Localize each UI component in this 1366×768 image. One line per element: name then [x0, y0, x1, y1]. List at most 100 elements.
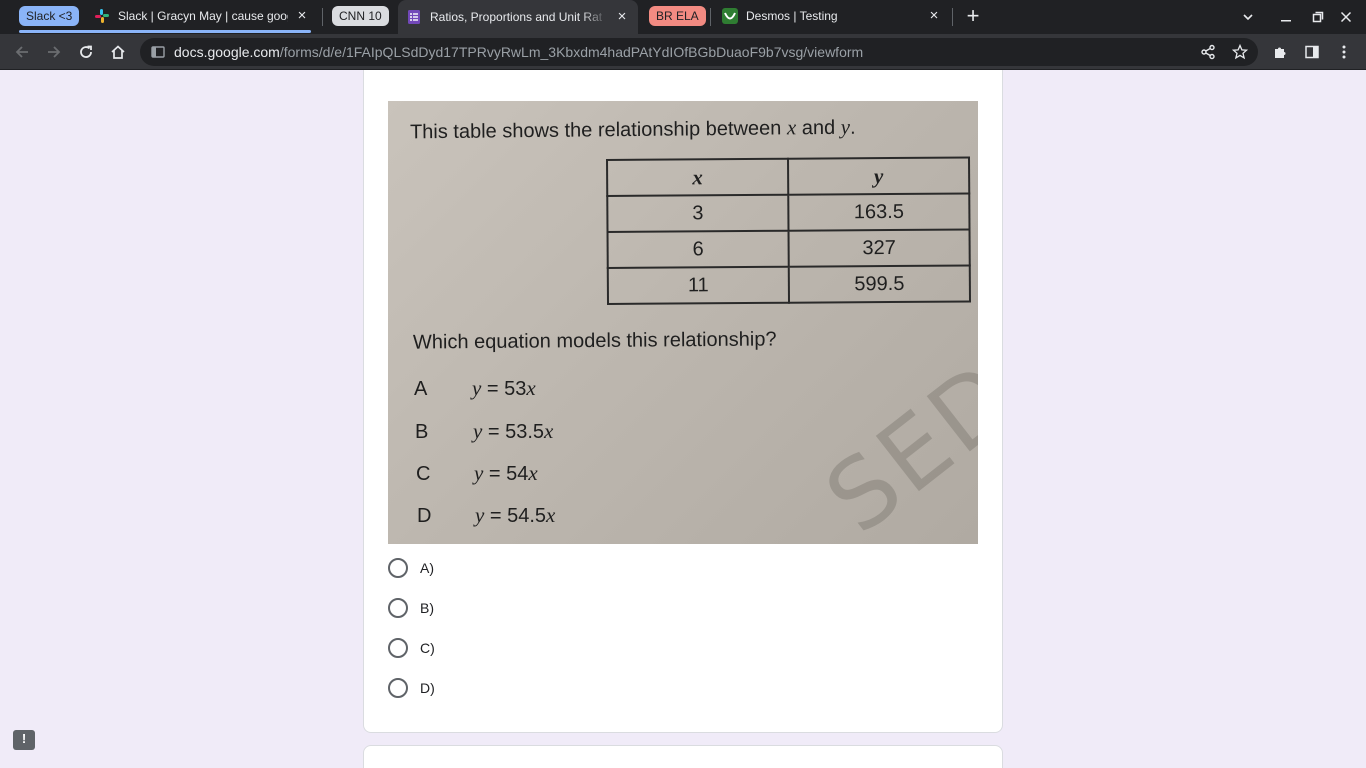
tab-group-slack[interactable]: Slack <3	[19, 6, 80, 26]
option-label: A)	[420, 560, 434, 576]
tab-title: Desmos | Testing	[746, 9, 838, 23]
browser-toolbar: docs.google.com/forms/d/e/1FAIpQLSdDyd17…	[0, 34, 1366, 70]
menu-button[interactable]	[1332, 40, 1356, 64]
image-prompt-text: Which equation models this relationship?	[412, 328, 777, 354]
eq-rhs: = 53	[481, 378, 527, 400]
image-choice-b: By = 53.5x	[415, 419, 553, 444]
side-panel-icon	[1305, 45, 1319, 59]
eq-var: x	[546, 503, 556, 527]
intro-text: This table shows the relationship betwee…	[409, 117, 788, 144]
url-host: docs.google.com	[174, 44, 280, 60]
image-choice-d: Dy = 54.5x	[417, 503, 555, 528]
chevron-down-icon	[1243, 14, 1253, 21]
table-cell: 11	[607, 266, 790, 304]
choice-equation: y = 54.5x	[475, 503, 556, 527]
side-panel-button[interactable]	[1300, 40, 1324, 64]
table-header-x: x	[607, 158, 789, 196]
home-button[interactable]	[106, 40, 130, 64]
tab-group-slack-underline	[19, 30, 311, 33]
intro-and: and	[796, 116, 841, 140]
minimize-button[interactable]	[1275, 6, 1297, 28]
tab-search-button[interactable]	[1237, 6, 1259, 28]
option-d[interactable]: D)	[388, 676, 435, 700]
eq-lhs: y	[475, 503, 485, 527]
close-icon	[1340, 11, 1352, 23]
forward-arrow-icon	[48, 46, 61, 58]
close-icon[interactable]: ×	[614, 9, 630, 25]
url-text[interactable]: docs.google.com/forms/d/e/1FAIpQLSdDyd17…	[174, 38, 863, 66]
site-info-icon[interactable]	[150, 44, 166, 60]
intro-period: .	[849, 116, 856, 139]
option-b[interactable]: B)	[388, 596, 434, 620]
radio-button[interactable]	[388, 678, 408, 698]
extensions-button[interactable]	[1268, 40, 1292, 64]
question-card: This table shows the relationship betwee…	[363, 70, 1003, 733]
tab-slack[interactable]: Slack | Gracyn May | cause goog ×	[86, 2, 318, 30]
radio-button[interactable]	[388, 558, 408, 578]
intro-var-y: y	[840, 114, 851, 139]
tab-separator	[322, 8, 323, 26]
eq-lhs: y	[474, 461, 484, 485]
close-icon[interactable]: ×	[926, 8, 942, 24]
choice-equation: y = 53.5x	[473, 419, 554, 443]
reload-icon	[80, 45, 92, 58]
report-feedback-button[interactable]: !	[13, 730, 35, 750]
home-icon	[111, 45, 125, 59]
choice-equation: y = 54x	[474, 461, 538, 485]
tab-group-cnn[interactable]: CNN 10	[332, 6, 389, 26]
table-row: 3 163.5	[607, 193, 970, 232]
tab-desmos[interactable]: Desmos | Testing ×	[714, 2, 950, 30]
eq-var: x	[528, 461, 538, 485]
restore-button[interactable]	[1307, 6, 1329, 28]
option-c[interactable]: C)	[388, 636, 435, 660]
share-icon	[1201, 44, 1215, 60]
choice-letter: A	[414, 378, 428, 400]
eq-rhs: = 54.5	[484, 505, 547, 527]
eq-lhs: y	[473, 419, 483, 443]
eq-rhs: = 54	[483, 463, 529, 485]
option-label: B)	[420, 600, 434, 616]
tab-strip: Slack <3 Slack | Gracyn May | cause goog…	[0, 0, 1366, 34]
close-window-button[interactable]	[1335, 6, 1357, 28]
reload-button[interactable]	[74, 40, 98, 64]
tab-group-br-ela[interactable]: BR ELA	[649, 6, 706, 26]
address-bar[interactable]: docs.google.com/forms/d/e/1FAIpQLSdDyd17…	[140, 38, 1258, 66]
eq-var: x	[544, 419, 554, 443]
url-path: /forms/d/e/1FAIpQLSdDyd17TPRvyRwLm_3Kbxd…	[279, 44, 864, 60]
xy-table: x y 3 163.5 6 327 11 599.5	[606, 156, 971, 305]
desmos-icon	[722, 8, 738, 24]
bookmark-button[interactable]	[1228, 40, 1252, 64]
next-question-card	[363, 745, 1003, 768]
table-header-row: x y	[607, 157, 970, 196]
tab-separator	[710, 8, 711, 26]
google-forms-icon	[408, 10, 420, 24]
table-cell: 599.5	[788, 265, 971, 303]
tab-separator	[952, 8, 953, 26]
eq-lhs: y	[472, 376, 482, 400]
star-icon	[1232, 44, 1248, 60]
table-header-y: y	[788, 157, 970, 195]
intro-var-x: x	[786, 115, 797, 140]
radio-button[interactable]	[388, 598, 408, 618]
choice-letter: D	[417, 505, 432, 527]
back-button[interactable]	[10, 40, 34, 64]
back-arrow-icon	[15, 46, 28, 58]
close-icon[interactable]: ×	[294, 8, 310, 24]
choice-equation: y = 53x	[472, 376, 536, 400]
table-cell: 6	[607, 230, 789, 268]
table-row: 11 599.5	[607, 265, 971, 304]
image-choice-a: Ay = 53x	[414, 376, 536, 401]
new-tab-button[interactable]: +	[962, 5, 984, 28]
image-choice-c: Cy = 54x	[416, 461, 538, 486]
tab-title: Ratios, Proportions and Unit Rat	[430, 10, 603, 24]
radio-button[interactable]	[388, 638, 408, 658]
image-intro-text: This table shows the relationship betwee…	[410, 115, 856, 145]
forward-button[interactable]	[42, 40, 66, 64]
question-image: This table shows the relationship betwee…	[388, 101, 978, 544]
share-button[interactable]	[1196, 40, 1220, 64]
option-a[interactable]: A)	[388, 556, 434, 580]
tab-forms-active[interactable]: Ratios, Proportions and Unit Rat ×	[398, 0, 638, 34]
restore-icon	[1312, 11, 1324, 23]
option-label: C)	[420, 640, 435, 656]
kebab-menu-icon	[1342, 45, 1346, 59]
